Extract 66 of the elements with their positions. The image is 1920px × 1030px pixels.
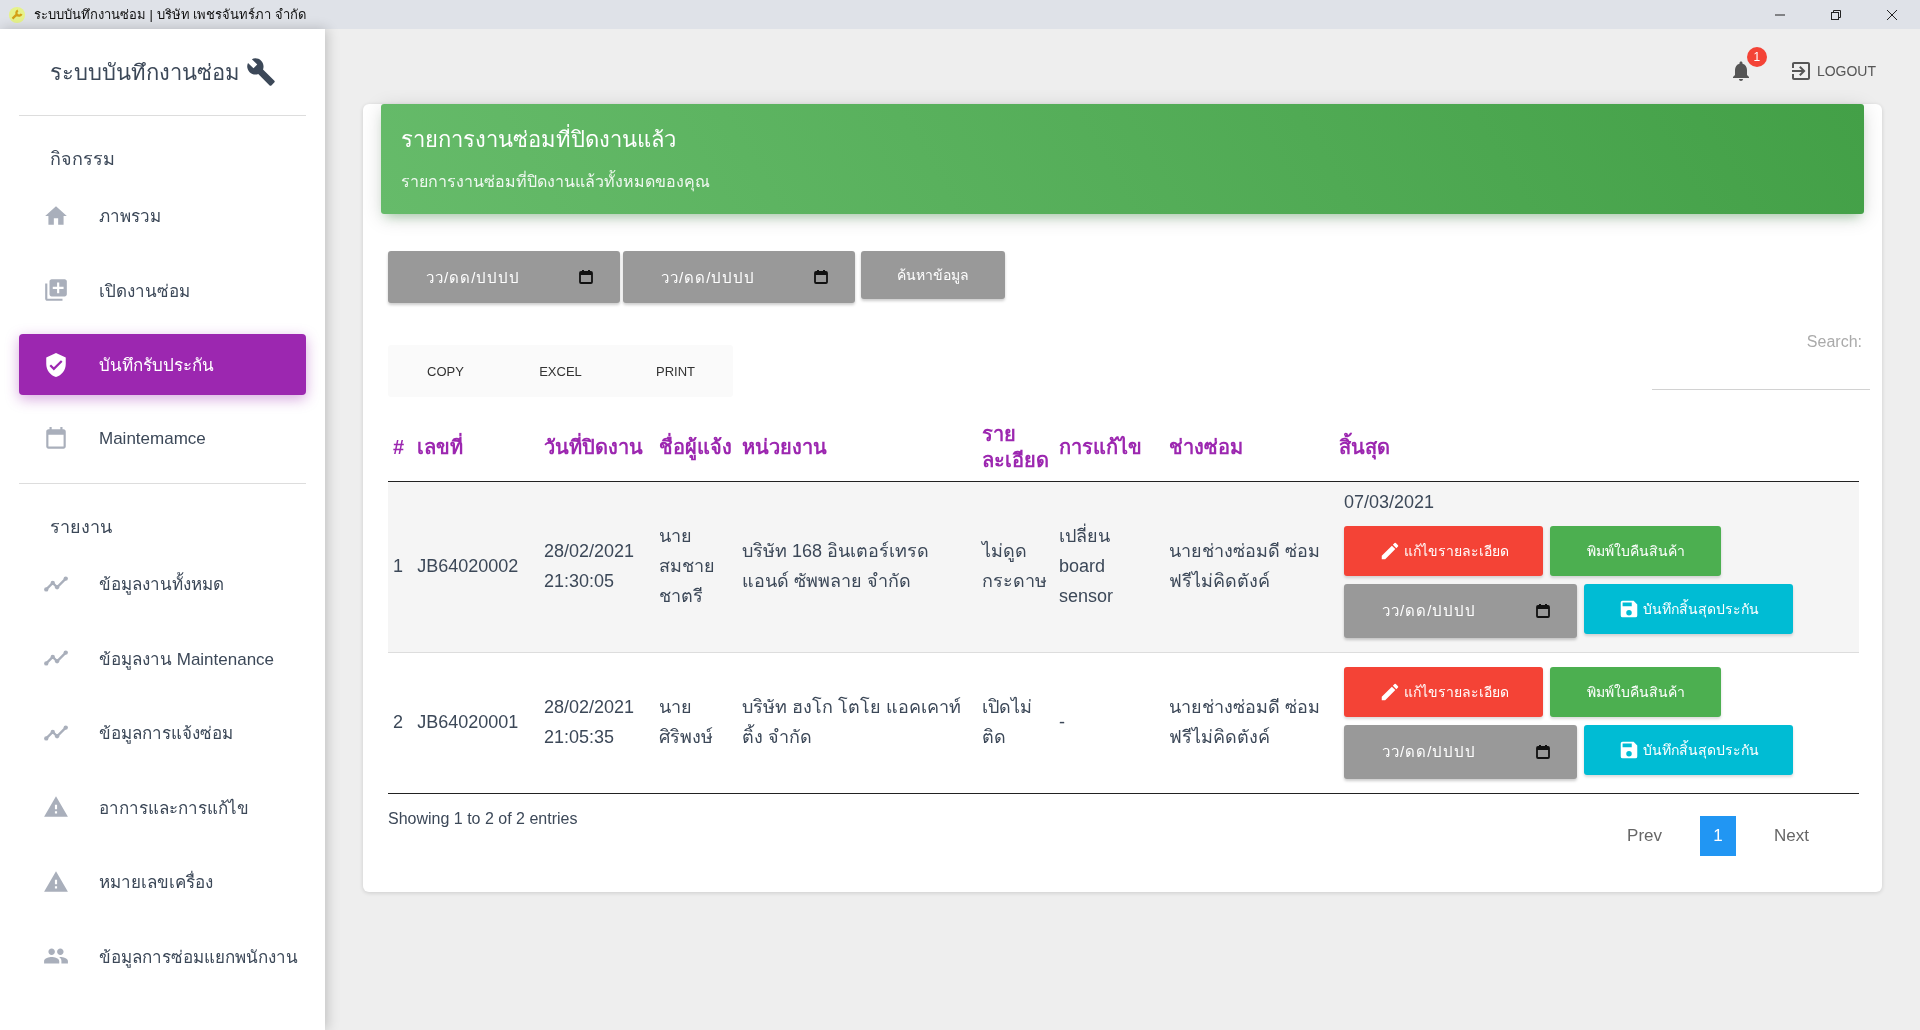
calendar-icon xyxy=(43,426,69,452)
table-cell: - xyxy=(1054,652,1164,794)
nav-item[interactable]: เปิดงานซ่อม xyxy=(19,259,306,321)
section-title: รายงาน xyxy=(49,516,113,539)
section-title: กิจกรรม xyxy=(49,148,116,171)
table-cell: JB64020002 xyxy=(412,481,539,653)
nav-item[interactable]: ข้อมูลงานทั้งหมด xyxy=(19,553,306,614)
table-cell: 1 xyxy=(388,481,413,653)
edit-button[interactable]: แก้ไขรายละเอียด xyxy=(1344,666,1543,717)
export-button[interactable]: EXCEL xyxy=(503,345,618,397)
logout-button[interactable]: LOGOUT xyxy=(1782,57,1882,84)
column-header[interactable]: เลขที่ xyxy=(412,413,539,482)
nav-item[interactable]: Maintemamce xyxy=(19,408,306,470)
notification-badge: 1 xyxy=(1746,46,1767,67)
export-button[interactable]: PRINT xyxy=(618,345,733,397)
date-field[interactable]: วว/ดด/ปปปป xyxy=(1344,583,1577,638)
edit-button[interactable]: แก้ไขรายละเอียด xyxy=(1344,525,1543,576)
warning-icon xyxy=(43,794,69,820)
calendar-icon[interactable] xyxy=(813,269,829,285)
nav-item[interactable]: ข้อมูลงาน Maintenance xyxy=(19,627,306,689)
table-cell: นายช่างซ่อมดี ซ่อมฟรีไม่คิดตังค์ xyxy=(1164,481,1334,653)
column-header[interactable]: สิ้นสุด xyxy=(1334,413,1859,482)
wrench-icon xyxy=(245,57,276,87)
app-brand: ระบบบันทึกงานซ่อม xyxy=(49,58,240,87)
column-header[interactable]: หน่วยงาน xyxy=(737,413,977,482)
table-cell: ไม่ดูด กระดาษ xyxy=(977,481,1054,653)
table-cell: 28/02/2021 21:05:35 xyxy=(539,652,654,794)
window-title: ระบบบันทึกงานซ่อม | บริษัท เพชรจันทร์ภา จำกัด xyxy=(34,6,306,24)
nav-item[interactable]: บันทึกรับประกัน xyxy=(19,334,306,395)
end-date: 07/03/2021 xyxy=(1344,491,1436,514)
shield-check-icon xyxy=(43,351,69,378)
table-cell: 28/02/2021 21:30:05 xyxy=(539,481,654,653)
column-header[interactable]: ช่างซ่อม xyxy=(1164,413,1334,482)
next-button[interactable]: Next xyxy=(1756,815,1827,856)
prev-button[interactable]: Prev xyxy=(1609,815,1681,856)
nav-item[interactable]: ข้อมูลการซ่อมแยกพนักงาน xyxy=(19,925,306,987)
table-cell: 2 xyxy=(388,652,413,794)
table-cell: JB64020001 xyxy=(412,652,539,794)
card-title: รายการงานซ่อมที่ปิดงานแล้ว xyxy=(401,122,1844,157)
date-field[interactable]: วว/ดด/ปปปป xyxy=(623,251,855,303)
column-header[interactable]: ราย ละเอียด xyxy=(977,413,1054,482)
export-button[interactable]: COPY xyxy=(388,345,503,397)
column-header[interactable]: ชื่อผู้แจ้ง xyxy=(654,413,737,482)
add-stack-icon xyxy=(43,277,69,303)
column-header[interactable]: วันที่ปิดงาน xyxy=(539,413,654,482)
nav-item[interactable]: ภาพรวม xyxy=(19,185,306,246)
calendar-icon[interactable] xyxy=(578,269,594,285)
table-cell: นายช่างซ่อมดี ซ่อมฟรีไม่คิดตังค์ xyxy=(1164,652,1334,794)
date-field[interactable]: วว/ดด/ปปปป xyxy=(1344,724,1577,779)
nav-item[interactable]: ข้อมูลการแจ้งซ่อม xyxy=(19,702,306,763)
table-cell: นาย ศิริพงษ์ xyxy=(654,652,737,794)
calendar-icon[interactable] xyxy=(1535,602,1551,619)
column-header[interactable]: การแก้ไข xyxy=(1054,413,1164,482)
table-cell: บริษัท ฮงโก โตโย แอคเคาท์ติ้ง จำกัด xyxy=(737,652,977,794)
calendar-icon[interactable] xyxy=(1535,743,1551,760)
entries-info: Showing 1 to 2 of 2 entries xyxy=(388,809,578,829)
table-cell: บริษัท 168 อินเตอร์เทรด แอนด์ ซัพพลาย จำกัด xyxy=(737,481,977,653)
card-subtitle: รายการงานซ่อมที่ปิดงานแล้วทั้งหมดของคุณ xyxy=(401,169,1844,194)
date-field[interactable]: วว/ดด/ปปปป xyxy=(388,251,620,303)
nav-item[interactable]: หมายเลขเครื่อง xyxy=(19,851,306,912)
wrench-app-icon xyxy=(8,5,26,24)
column-header[interactable]: # xyxy=(388,413,413,482)
table-cell: เปลี่ยน board sensor xyxy=(1054,481,1164,653)
nav-item[interactable]: อาการและการแก้ไข xyxy=(19,776,306,838)
table-cell: นาย สมชาย ชาตรี xyxy=(654,481,737,653)
table-cell: เปิดไม่ ติด xyxy=(977,652,1054,794)
